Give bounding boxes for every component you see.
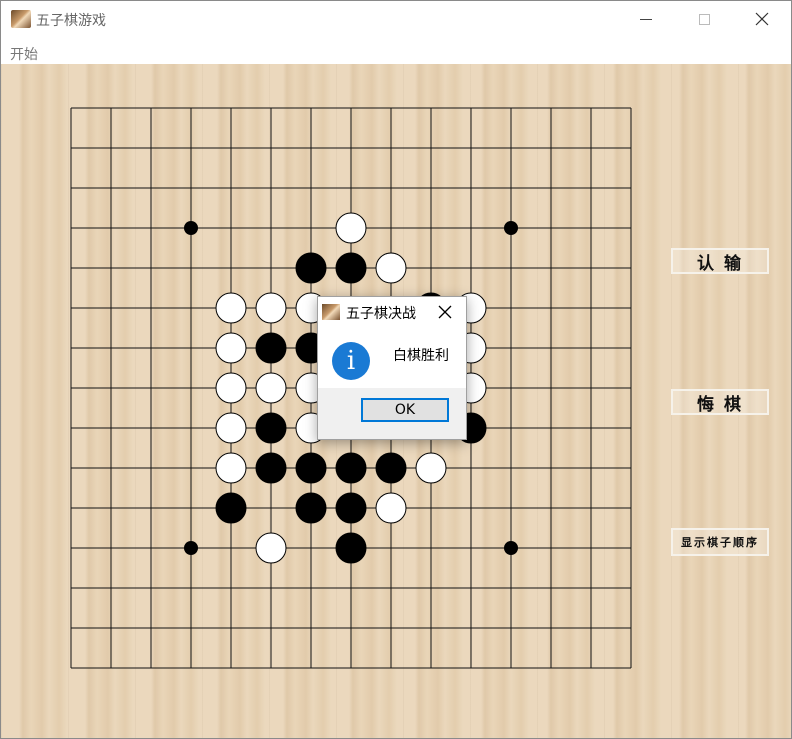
white-stone — [215, 412, 247, 444]
black-stone — [255, 332, 287, 364]
minimize-button[interactable] — [623, 1, 669, 37]
black-stone — [255, 412, 287, 444]
close-button[interactable] — [739, 1, 785, 37]
black-stone — [375, 452, 407, 484]
white-stone — [415, 452, 447, 484]
black-stone — [295, 492, 327, 524]
show-order-button[interactable]: 显示棋子顺序 — [671, 528, 769, 556]
black-stone — [295, 252, 327, 284]
result-dialog: 五子棋决战 i 白棋胜利 OK — [317, 296, 467, 440]
info-icon: i — [332, 342, 370, 380]
close-icon — [438, 305, 452, 319]
white-stone — [215, 372, 247, 404]
dialog-message: 白棋胜利 — [393, 348, 449, 364]
white-stone — [375, 492, 407, 524]
dialog-close-button[interactable] — [436, 303, 454, 321]
app-icon — [11, 10, 31, 28]
white-stone — [375, 252, 407, 284]
close-icon — [755, 12, 769, 26]
undo-button[interactable]: 悔棋 — [671, 389, 769, 415]
menu-bar: 开始 — [1, 37, 791, 64]
black-stone — [215, 492, 247, 524]
maximize-button[interactable] — [681, 1, 727, 37]
black-stone — [335, 492, 367, 524]
white-stone — [255, 532, 287, 564]
window-title: 五子棋游戏 — [36, 13, 106, 29]
ok-button[interactable]: OK — [361, 398, 449, 422]
white-stone — [255, 372, 287, 404]
white-stone — [215, 332, 247, 364]
black-stone — [255, 452, 287, 484]
title-bar[interactable]: 五子棋游戏 — [1, 1, 791, 37]
black-stone — [335, 452, 367, 484]
dialog-app-icon — [322, 304, 340, 320]
black-stone — [295, 452, 327, 484]
white-stone — [215, 292, 247, 324]
resign-button[interactable]: 认输 — [671, 248, 769, 274]
star-point — [184, 221, 198, 235]
black-stone — [335, 252, 367, 284]
dialog-footer: OK — [318, 388, 466, 439]
white-stone — [215, 452, 247, 484]
black-stone — [335, 532, 367, 564]
dialog-title: 五子棋决战 — [346, 306, 416, 322]
star-point — [504, 221, 518, 235]
menu-item-start[interactable]: 开始 — [10, 44, 38, 64]
game-window: 五子棋游戏 开始 认输 悔棋 显示棋子顺序 五子棋决战 i 白棋胜利 OK — [0, 0, 792, 739]
white-stone — [335, 212, 367, 244]
star-point — [184, 541, 198, 555]
white-stone — [255, 292, 287, 324]
star-point — [504, 541, 518, 555]
